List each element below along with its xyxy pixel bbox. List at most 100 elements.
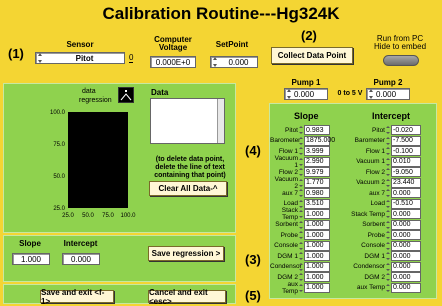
spinner-icon[interactable]	[386, 273, 390, 281]
setpoint-field[interactable]: 0.000	[210, 56, 258, 68]
intercept-field[interactable]: 23.440	[391, 177, 421, 188]
spinner-icon[interactable]	[299, 262, 303, 271]
spinner-icon[interactable]	[299, 157, 303, 166]
slope-field[interactable]: 1.000	[304, 272, 330, 282]
table-row-slope: aux 7 0.980	[270, 188, 330, 198]
slope-field[interactable]: 1.000	[304, 240, 330, 251]
slope-field[interactable]: 1.000	[304, 219, 330, 230]
spinner-icon[interactable]	[386, 252, 390, 260]
page-title: Calibration Routine---Hg324K	[102, 4, 340, 23]
slope-field[interactable]: 1.000	[304, 261, 330, 272]
slope-field[interactable]: 9.979	[304, 167, 330, 177]
spinner-icon[interactable]	[386, 147, 390, 155]
collect-data-point-button[interactable]: Collect Data Point	[271, 47, 353, 64]
row-name: Condensor	[353, 263, 385, 270]
pump2-field[interactable]: 0.000	[366, 88, 410, 100]
spinner-icon[interactable]	[386, 189, 390, 197]
spinner-icon[interactable]	[386, 126, 390, 134]
spinner-icon[interactable]	[386, 210, 390, 218]
intercept-field[interactable]: 0.000	[391, 282, 421, 293]
intercept-field[interactable]: -0.510	[391, 198, 421, 209]
row-name: Barometer	[270, 137, 301, 144]
spinner-icon[interactable]	[299, 283, 303, 292]
spinner-icon[interactable]	[287, 89, 292, 99]
row-name: Stack Temp	[351, 210, 385, 218]
sensor-select[interactable]: Pitot	[35, 52, 125, 64]
intercept-field[interactable]: -0.020	[391, 125, 421, 135]
slope-field[interactable]: 1.000	[304, 209, 330, 219]
spinner-icon[interactable]	[386, 157, 390, 166]
save-and-exit-button[interactable]: Save and exit <f-1>	[40, 288, 114, 306]
row-name: Flow 2	[278, 168, 298, 176]
spinner-icon[interactable]	[299, 210, 303, 218]
cancel-and-exit-button[interactable]: Cancel and exit <esc>	[148, 288, 226, 306]
spinner-icon[interactable]	[386, 262, 390, 271]
spinner-icon[interactable]	[386, 199, 390, 208]
spinner-icon[interactable]	[299, 231, 303, 239]
pump1-field[interactable]: 0.000	[284, 88, 328, 100]
intercept-field[interactable]: 0.000	[391, 261, 421, 272]
step-3-label: (3)	[245, 252, 261, 267]
spinner-icon[interactable]	[386, 168, 390, 176]
step-5-label: (5)	[245, 288, 261, 303]
spinner-icon[interactable]	[386, 178, 390, 187]
table-row-intercept: DGM 1 0.000	[348, 251, 421, 261]
intercept-field[interactable]: 0.010	[391, 156, 421, 167]
spinner-icon[interactable]	[386, 241, 390, 250]
intercept-field[interactable]: 0.000	[391, 251, 421, 261]
intercept-field[interactable]: 0.000	[391, 219, 421, 230]
spinner-icon[interactable]	[299, 178, 303, 187]
slope-field[interactable]: 1875.000	[304, 135, 335, 146]
spinner-icon[interactable]	[299, 147, 303, 155]
spinner-icon[interactable]	[369, 89, 374, 99]
intercept-field[interactable]: 0.000	[391, 188, 421, 198]
spinner-icon[interactable]	[38, 53, 43, 63]
row-name: Condensor	[270, 263, 302, 270]
spinner-icon[interactable]	[299, 126, 303, 134]
intercept-field: 0.000	[62, 253, 100, 265]
hide-to-embed-label: Hide to embed	[373, 42, 427, 51]
intercept-field[interactable]: 0.000	[391, 272, 421, 282]
spinner-icon[interactable]	[386, 136, 390, 145]
intercept-field[interactable]: -0.100	[391, 146, 421, 156]
step-2-label: (2)	[301, 28, 317, 43]
spinner-icon[interactable]	[386, 220, 390, 229]
spinner-icon[interactable]	[299, 199, 303, 208]
spinner-icon[interactable]	[213, 57, 218, 67]
spinner-icon[interactable]	[386, 231, 390, 239]
spinner-icon[interactable]	[299, 241, 303, 250]
spinner-icon[interactable]	[386, 283, 390, 292]
intercept-field[interactable]: 0.000	[391, 230, 421, 240]
slope-field: 1.000	[12, 253, 50, 265]
slope-field[interactable]: 1.000	[304, 282, 330, 293]
setpoint-value: 0.000	[228, 57, 249, 67]
slope-field[interactable]: 1.000	[304, 251, 330, 261]
intercept-field[interactable]: -7.500	[391, 135, 421, 146]
intercept-field[interactable]: 0.000	[391, 209, 421, 219]
slope-field[interactable]: 3.510	[304, 198, 330, 209]
table-row-slope: aux Temp 1.000	[270, 281, 330, 295]
slope-field[interactable]: 1.770	[304, 177, 330, 188]
spinner-icon[interactable]	[299, 136, 303, 145]
sensor-index: 0	[129, 53, 134, 63]
run-from-pc-toggle[interactable]	[383, 55, 419, 66]
slope-field[interactable]: 2.990	[304, 156, 330, 167]
data-scrollbar[interactable]	[217, 99, 224, 143]
slope-field[interactable]: 3.999	[304, 146, 330, 156]
intercept-field[interactable]: -9.050	[391, 167, 421, 177]
pump2-value: 0.000	[376, 89, 397, 99]
spinner-icon[interactable]	[299, 252, 303, 260]
clear-all-data-button[interactable]: Clear All Data-^	[149, 181, 227, 196]
slope-field[interactable]: 0.980	[304, 188, 330, 198]
spinner-icon[interactable]	[299, 220, 303, 229]
slope-field[interactable]: 1.000	[304, 230, 330, 240]
table-row-slope: Vacuum 1 2.990	[270, 155, 330, 169]
intercept-field[interactable]: 0.000	[391, 240, 421, 251]
spinner-icon[interactable]	[299, 168, 303, 176]
data-textarea[interactable]	[150, 98, 225, 144]
row-name: aux 7	[282, 189, 298, 197]
spinner-icon[interactable]	[299, 189, 303, 197]
slope-field[interactable]: 0.983	[304, 125, 330, 135]
save-regression-button[interactable]: Save regression >	[148, 246, 224, 261]
spinner-icon[interactable]	[299, 273, 303, 281]
